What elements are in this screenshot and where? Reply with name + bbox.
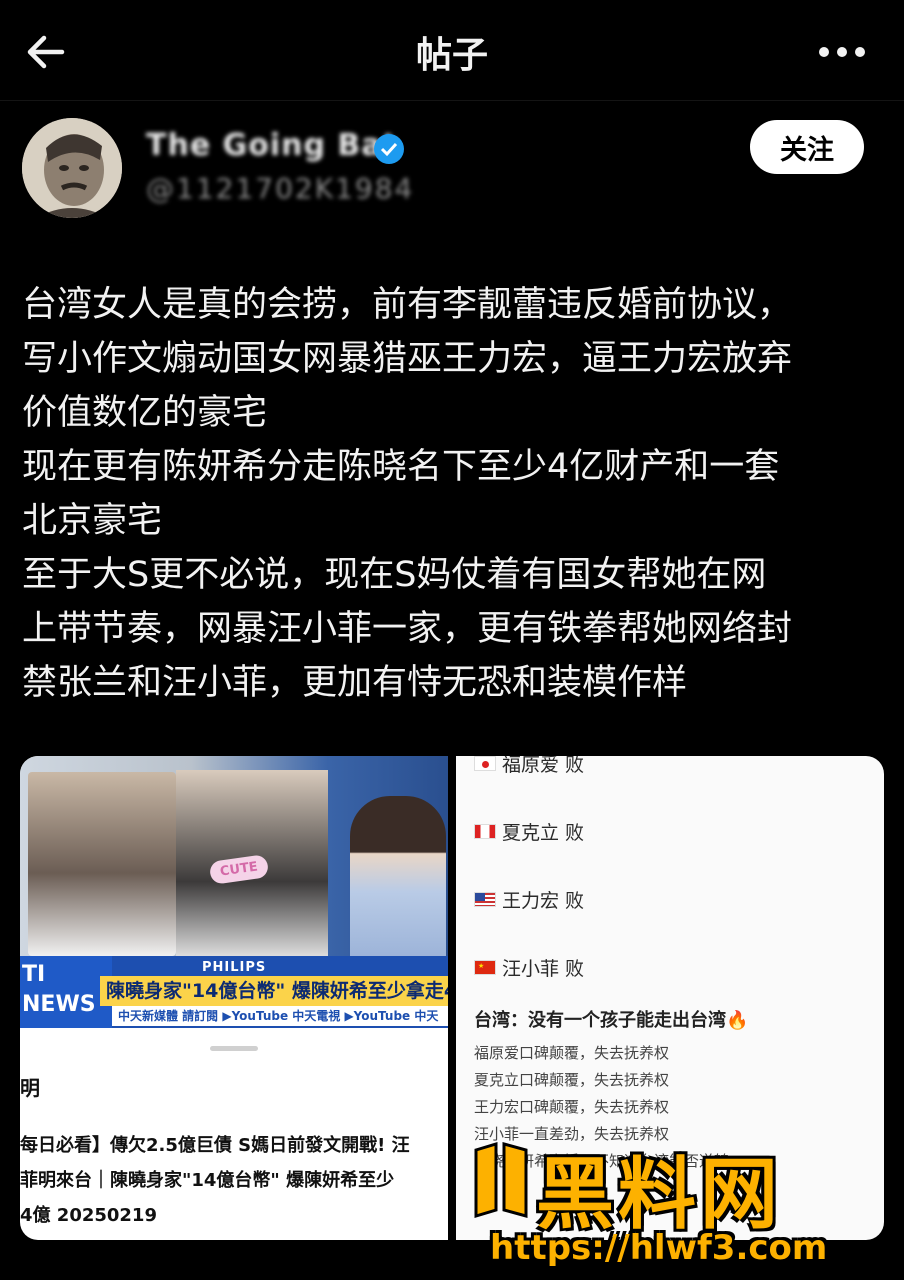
top-bar: 帖子 — [0, 0, 904, 100]
post-line: 至于大S更不必说，现在S妈仗着有国女帮她在网 — [22, 555, 767, 595]
list-item-text: 夏克立 败 — [502, 822, 585, 844]
canada-flag-icon — [474, 824, 496, 839]
portrait-icon — [22, 118, 122, 218]
list-item-text: 汪小菲 败 — [502, 958, 585, 980]
news-headline: 陳曉身家"14億台幣" 爆陳妍希至少拿走4 — [100, 976, 448, 1006]
couple-photo-left — [28, 772, 176, 956]
news-anchor — [350, 796, 446, 956]
post-line: 北京豪宅 — [22, 501, 163, 541]
follow-button[interactable]: 关注 — [750, 120, 864, 174]
author-name[interactable]: The Going Bat — [146, 128, 398, 163]
news-photo: CUTE — [20, 756, 448, 956]
japan-flag-icon — [474, 756, 496, 771]
list-item: ★ 汪小菲 败 — [474, 954, 584, 981]
author-handle: @1121702K1984 — [146, 172, 415, 205]
page-title: 帖子 — [415, 35, 488, 76]
post-line: 写小作文煽动国女网暴猎巫王力宏，逼王力宏放弃 — [22, 339, 793, 379]
watermark-url: https://hlwf3.com — [490, 1228, 828, 1268]
avatar[interactable] — [22, 118, 122, 218]
more-options-icon[interactable] — [816, 34, 868, 70]
list-line: 夏克立口碑颠覆，失去抚养权 — [474, 1071, 670, 1089]
list-line: 王力宏口碑颠覆，失去抚养权 — [474, 1098, 670, 1116]
watermark-logo-icon — [474, 1141, 528, 1219]
section-label: 明 — [20, 1076, 40, 1100]
video-title-line: 每日必看】傳欠2.5億巨債 S媽日前發文開戰! 汪 — [20, 1135, 410, 1156]
post-text: 台湾女人是真的会捞，前有李靓蕾违反婚前协议， 写小作文煽动国女网暴猎巫王力宏，逼… — [22, 278, 890, 710]
usa-flag-icon — [474, 892, 496, 907]
list-item: 王力宏 败 — [474, 886, 584, 913]
video-title: 每日必看】傳欠2.5億巨債 S媽日前發文開戰! 汪 菲明來台｜陳曉身家"14億台… — [20, 1128, 448, 1233]
list-item: 福原爱 败 — [474, 756, 584, 777]
verified-badge-icon — [374, 134, 404, 164]
video-title-line: 4億 20250219 — [20, 1205, 157, 1226]
list-item-text: 王力宏 败 — [502, 890, 585, 912]
post-line: 台湾女人是真的会捞，前有李靓蕾违反婚前协议， — [22, 285, 793, 325]
post-line: 现在更有陈妍希分走陈晓名下至少4亿财产和一套 — [22, 447, 780, 487]
post-line: 价值数亿的豪宅 — [22, 393, 268, 433]
sponsor-label: PHILIPS — [202, 960, 267, 975]
post-image-news[interactable]: CUTE TI NEWS PHILIPS 陳曉身家"14億台幣" 爆陳妍希至少拿走… — [20, 756, 448, 1240]
china-flag-icon: ★ — [474, 960, 496, 975]
list-item-text: 福原爱 败 — [502, 756, 585, 776]
drag-handle — [210, 1046, 258, 1051]
news-subbar: 中天新媒體 請訂閱 ▶YouTube 中天電視 ▶YouTube 中天 — [112, 1006, 448, 1026]
list-title: 台湾：没有一个孩子能走出台湾🔥 — [474, 1010, 749, 1031]
list-line: 福原爱口碑颠覆，失去抚养权 — [474, 1044, 670, 1062]
post-line: 上带节奏，网暴汪小菲一家，更有铁拳帮她网络封 — [22, 609, 793, 649]
post-line: 禁张兰和汪小菲，更加有恃无恐和装模作样 — [22, 663, 688, 703]
watermark: 黑料网 https://hlwf3.com — [466, 1132, 896, 1278]
video-title-line: 菲明來台｜陳曉身家"14億台幣" 爆陳妍希至少 — [20, 1170, 395, 1191]
news-brand-logo: TI NEWS — [20, 956, 112, 1028]
list-item: 夏克立 败 — [474, 818, 584, 845]
header-divider — [0, 100, 904, 101]
